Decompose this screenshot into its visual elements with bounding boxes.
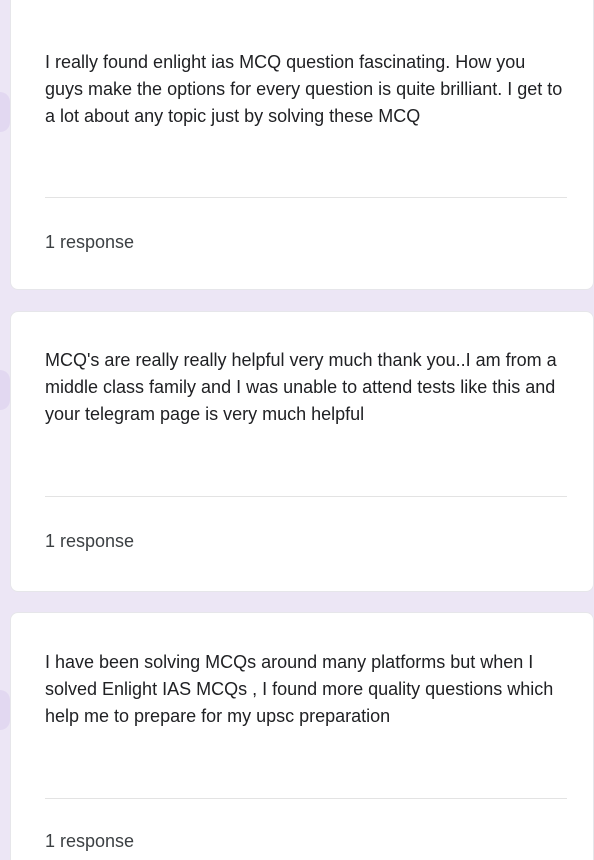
response-text: I have been solving MCQs around many pla… [45, 652, 554, 726]
form-responses-page: I really found enlight ias MCQ question … [0, 0, 594, 860]
response-text: I really found enlight ias MCQ question … [45, 52, 563, 126]
response-card: MCQ's are really really helpful very muc… [10, 311, 594, 592]
response-count: 1 response [45, 531, 135, 551]
response-card: I really found enlight ias MCQ question … [10, 0, 594, 290]
side-accent [0, 690, 10, 730]
response-count: 1 response [45, 831, 135, 851]
side-accent [0, 370, 10, 410]
divider [45, 197, 567, 198]
response-text: MCQ's are really really helpful very muc… [45, 350, 557, 424]
response-card: I have been solving MCQs around many pla… [10, 612, 594, 860]
side-accent [0, 92, 10, 132]
response-count: 1 response [45, 232, 135, 252]
divider [45, 496, 567, 497]
divider [45, 798, 567, 799]
